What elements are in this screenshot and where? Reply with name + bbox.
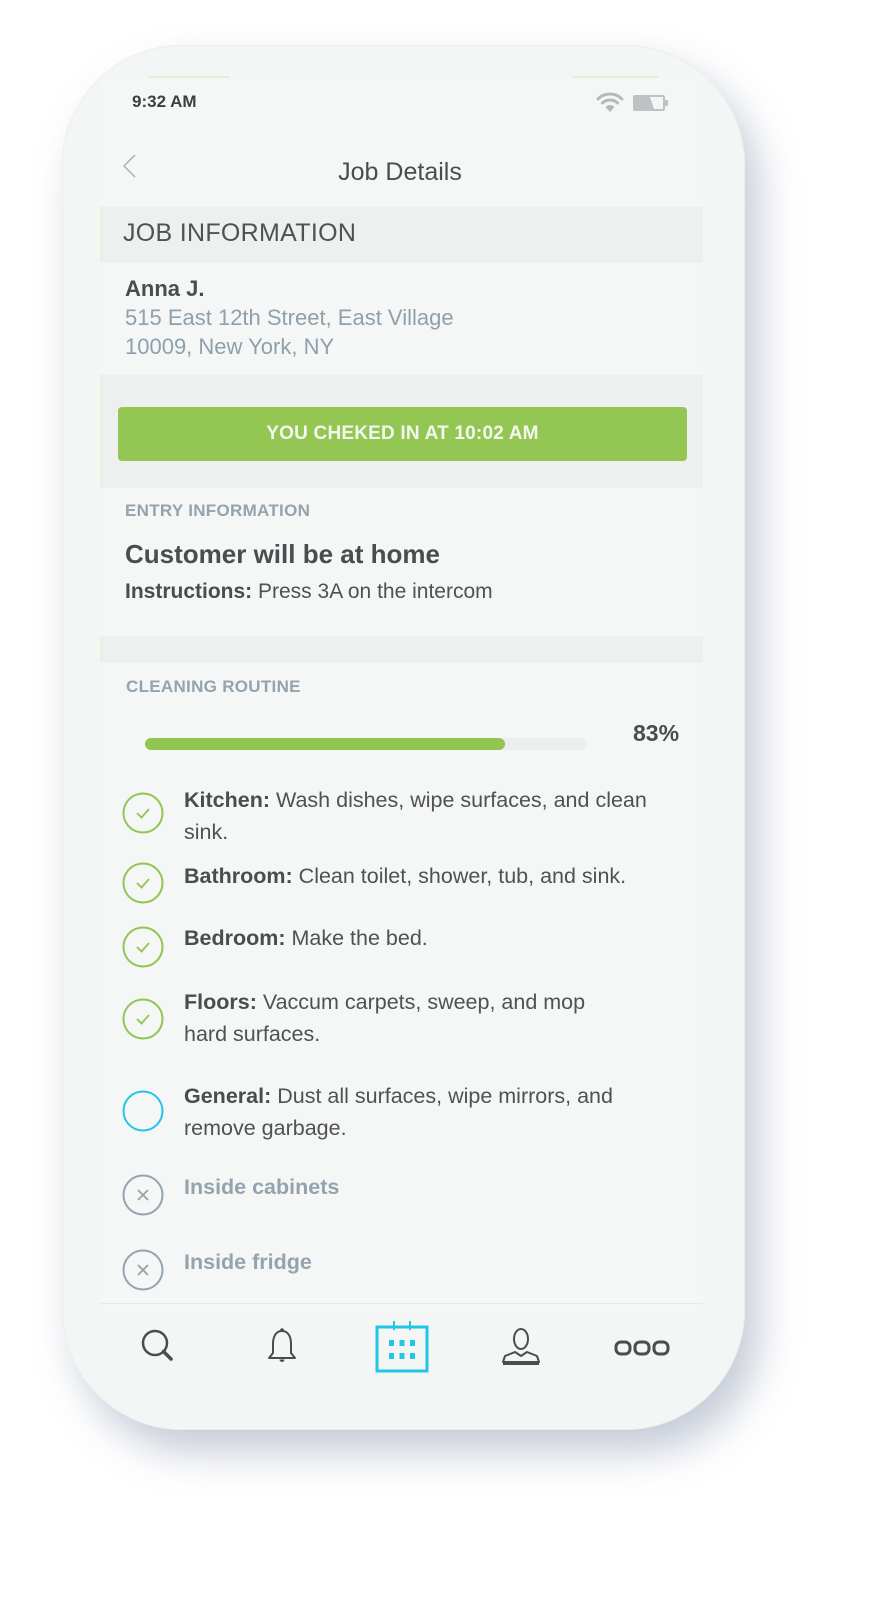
instructions-text: Press 3A on the intercom (252, 580, 493, 603)
calendar-icon (375, 1321, 429, 1373)
nav-more[interactable] (614, 1320, 670, 1374)
page-title: Job Details (338, 158, 462, 186)
task-text: Inside fridge (184, 1246, 689, 1278)
task-text: General: Dust all surfaces, wipe mirrors… (184, 1080, 614, 1144)
battery-icon (633, 95, 668, 111)
x-circle-icon[interactable] (122, 1249, 164, 1291)
task-text: Floors: Vaccum carpets, sweep, and mop h… (184, 986, 624, 1050)
job-information-header: JOB INFORMATION (100, 207, 703, 263)
task-text: Bathroom: Clean toilet, shower, tub, and… (184, 860, 689, 892)
x-circle-icon[interactable] (122, 1174, 164, 1216)
task-title: General: (184, 1084, 272, 1108)
task-description: Clean toilet, shower, tub, and sink. (292, 864, 627, 888)
instructions-label: Instructions: (125, 580, 253, 603)
task-title: Bedroom: (184, 926, 286, 950)
task-text: Inside cabinets (184, 1171, 689, 1203)
checkin-status-button[interactable]: YOU CHEKED IN AT 10:02 AM (118, 407, 687, 461)
wifi-icon (596, 92, 624, 112)
task-title: Floors: (184, 990, 257, 1014)
bell-icon (268, 1328, 296, 1362)
search-icon (141, 1329, 173, 1361)
task-title: Kitchen: (184, 788, 270, 812)
job-information-title: JOB INFORMATION (123, 219, 357, 247)
task-title: Inside fridge (184, 1250, 312, 1274)
address-line-1: 515 East 12th Street, East Village (125, 305, 454, 330)
routine-progress-percent: 83% (633, 720, 680, 746)
routine-progress-bar (145, 738, 587, 750)
check-circle-icon[interactable] (122, 862, 164, 904)
check-circle-icon[interactable] (122, 792, 164, 834)
section-separator (100, 636, 703, 663)
customer-name: Anna J. (125, 276, 205, 301)
task-text: Bedroom: Make the bed. (184, 922, 689, 954)
task-title: Bathroom: (184, 864, 293, 888)
more-icon (614, 1340, 670, 1356)
routine-progress-fill (145, 738, 505, 750)
status-time: 9:32 AM (132, 92, 197, 111)
entry-instructions: Instructions: Press 3A on the intercom (125, 580, 493, 604)
user-icon (502, 1328, 540, 1365)
entry-information-title: ENTRY INFORMATION (125, 501, 311, 520)
entry-headline: Customer will be at home (125, 539, 440, 569)
check-circle-icon[interactable] (122, 926, 164, 968)
bottom-nav-divider (100, 1303, 703, 1304)
cleaning-routine-title: CLEANING ROUTINE (126, 677, 301, 696)
nav-calendar[interactable] (374, 1320, 430, 1374)
empty-circle-icon[interactable] (122, 1090, 164, 1132)
check-circle-icon[interactable] (122, 998, 164, 1040)
nav-profile[interactable] (493, 1320, 549, 1374)
address-line-2: 10009, New York, NY (125, 334, 335, 359)
task-title: Inside cabinets (184, 1175, 340, 1199)
task-description: Make the bed. (285, 926, 428, 950)
nav-search[interactable] (129, 1320, 185, 1374)
task-text: Kitchen: Wash dishes, wipe surfaces, and… (184, 784, 689, 848)
nav-notifications[interactable] (254, 1320, 310, 1374)
